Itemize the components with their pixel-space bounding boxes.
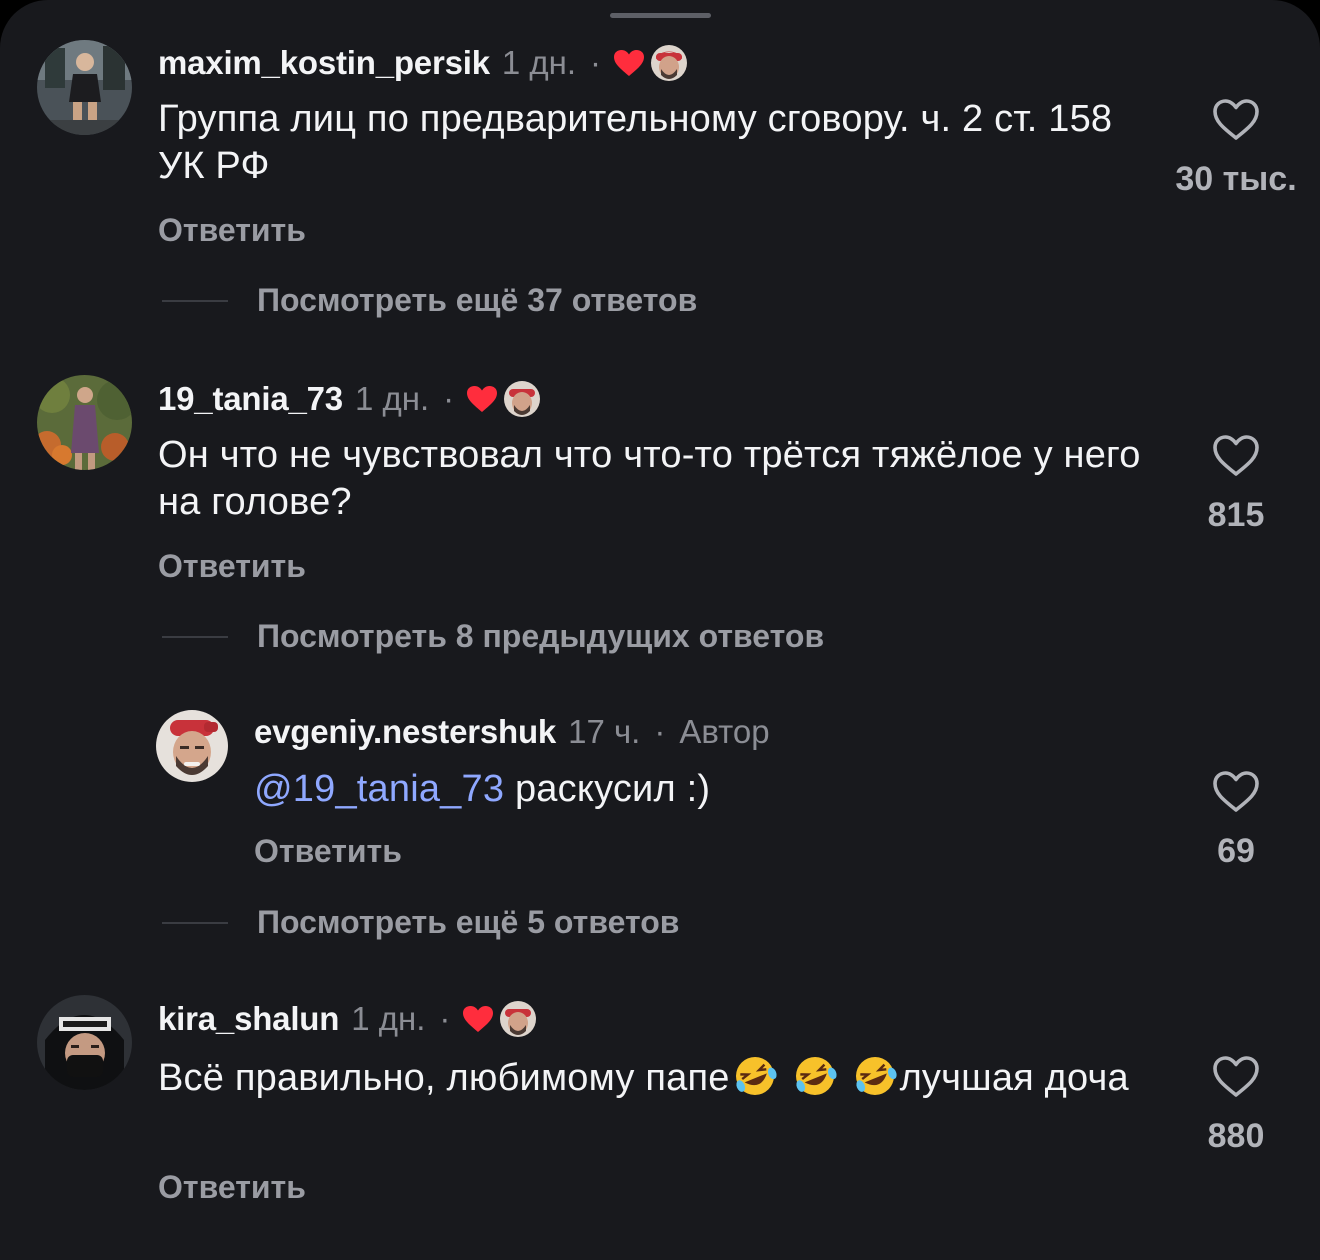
author-avatar-mini (651, 45, 688, 81)
comment-meta: kira_shalun 1 дн. · (158, 1000, 537, 1038)
author-liked-heart-icon (462, 1005, 494, 1033)
avatar-photo (37, 995, 132, 1090)
like-group: 815 (1166, 434, 1306, 535)
rolling-on-floor-laughing-emoji (790, 1054, 840, 1098)
like-count: 69 (1217, 832, 1255, 870)
author-liked-heart-icon (466, 385, 498, 413)
avatar[interactable] (37, 40, 132, 135)
separator-dot: · (443, 380, 455, 417)
like-group: 880 (1166, 1055, 1306, 1156)
like-count: 815 (1207, 496, 1265, 534)
separator-dot: · (439, 1000, 451, 1037)
author-badge: Автор (679, 713, 770, 750)
comment-text-start: Всё правильно, любимому папе (158, 1057, 730, 1099)
sheet-grabber[interactable] (610, 13, 711, 18)
view-more-replies-button[interactable]: Посмотреть ещё 5 ответов (162, 904, 679, 941)
comments-sheet: maxim_kostin_persik 1 дн. · Группа лиц п… (0, 0, 1320, 1260)
comment-text: Он что не чувствовал что что-то трётся т… (158, 434, 1141, 523)
like-count: 880 (1207, 1117, 1265, 1155)
view-previous-replies-button[interactable]: Посмотреть 8 предыдущих ответов (162, 618, 824, 655)
comment-text: Группа лиц по предварительному сговору. … (158, 98, 1113, 187)
heart-outline-icon[interactable] (1212, 434, 1260, 478)
separator-dot: · (654, 713, 666, 750)
comment-username[interactable]: kira_shalun (158, 1000, 339, 1038)
avatar-photo (37, 40, 132, 135)
heart-outline-icon[interactable] (1212, 98, 1260, 142)
reply-button[interactable]: Ответить (158, 548, 306, 585)
view-replies-label: Посмотреть 8 предыдущих ответов (257, 618, 825, 654)
comment-time: 17 ч. (568, 713, 641, 750)
author-liked-heart-icon (613, 49, 645, 77)
heart-outline-icon[interactable] (1212, 770, 1260, 814)
like-group: 69 (1166, 770, 1306, 871)
avatar[interactable] (37, 375, 132, 470)
thread-line (162, 921, 228, 924)
comment-text-end: лучшая дочa (899, 1057, 1129, 1099)
thread-line (162, 299, 228, 302)
view-replies-button[interactable]: Посмотреть ещё 37 ответов (162, 282, 697, 319)
avatar[interactable] (156, 710, 228, 782)
thread-line (162, 635, 228, 638)
view-replies-label: Посмотреть ещё 37 ответов (257, 282, 698, 318)
comment-time: 1 дн. (501, 44, 577, 81)
like-group: 30 тыс. (1166, 98, 1306, 199)
author-avatar-mini (504, 381, 541, 417)
avatar[interactable] (37, 995, 132, 1090)
author-avatar-mini (500, 1001, 537, 1037)
comment-time: 1 дн. (351, 1000, 426, 1037)
reply-button[interactable]: Ответить (254, 833, 402, 870)
heart-outline-icon[interactable] (1212, 1055, 1260, 1099)
reply-text: @19_tania_73 раскусил :) (254, 766, 1154, 813)
comment-meta: maxim_kostin_persik 1 дн. · (158, 44, 688, 82)
separator-dot: · (590, 44, 602, 81)
comment-username[interactable]: 19_tania_73 (158, 380, 343, 418)
comment-username[interactable]: evgeniy.nestershuk (254, 713, 556, 751)
rolling-on-floor-laughing-emoji (730, 1054, 780, 1098)
comment-username[interactable]: maxim_kostin_persik (158, 44, 490, 82)
reply-button[interactable]: Ответить (158, 1169, 306, 1206)
rolling-on-floor-laughing-emoji (850, 1054, 900, 1098)
comment-text: Всё правильно, любимому папе лучшая дочa (158, 1054, 1168, 1102)
avatar-photo (156, 710, 228, 782)
reply-meta: evgeniy.nestershuk 17 ч. · Автор (254, 713, 770, 751)
view-replies-label: Посмотреть ещё 5 ответов (257, 904, 680, 940)
like-count: 30 тыс. (1175, 160, 1297, 198)
comment-time: 1 дн. (354, 380, 430, 417)
mention-link[interactable]: @19_tania_73 (254, 768, 504, 810)
reply-button[interactable]: Ответить (158, 212, 306, 249)
comment-meta: 19_tania_73 1 дн. · (158, 380, 541, 418)
avatar-photo (37, 375, 132, 470)
reply-text-body: раскусил :) (504, 768, 711, 810)
